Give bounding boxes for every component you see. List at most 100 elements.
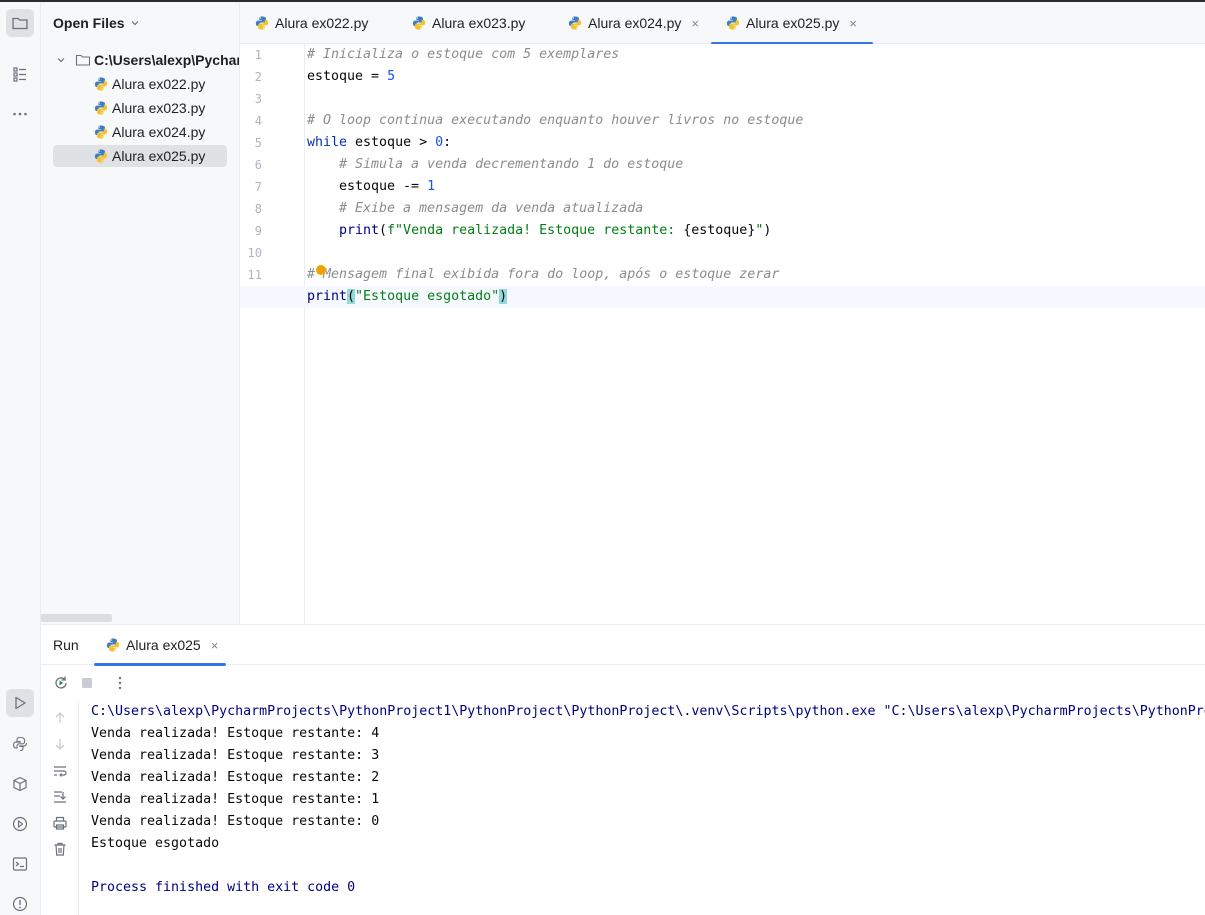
scroll-down-button[interactable] [51,735,69,753]
run-tab-label: Alura ex025 [126,637,201,653]
console-line: Process finished with exit code 0 [91,880,356,895]
soft-wrap-button[interactable] [51,762,69,780]
python-file-icon [725,15,741,31]
code-line-12: print("Estoque esgotado") [307,286,508,308]
intention-bulb-icon[interactable] [316,265,326,275]
line-number: 8 [254,202,262,216]
comment: # Inicializa o estoque com 5 exemplares [307,47,620,62]
tab-alura-ex022[interactable]: Alura ex022.py [254,2,368,44]
line-number: 11 [247,268,262,282]
stop-icon [82,678,92,688]
console-line: Venda realizada! Estoque restante: 4 [91,726,380,741]
tab-alura-ex025[interactable]: Alura ex025.py × [711,2,873,45]
string-literal: f"Venda realizada! Estoque restante: [387,223,684,238]
folder-icon [75,54,91,66]
identifier: estoque [691,223,748,238]
project-tool-button[interactable] [6,9,34,37]
identifier: estoque [307,69,364,84]
comment: # O loop continua executando enquanto ho… [307,113,804,128]
tab-label: Alura ex022.py [275,15,369,31]
scroll-to-end-button[interactable] [51,788,69,806]
tree-file-label: Alura ex022.py [112,76,206,92]
services-tool-button[interactable] [6,810,34,838]
run-icon [15,696,26,710]
code-line-9: print(f"Venda realizada! Estoque restant… [339,220,771,242]
console-line: Venda realizada! Estoque restante: 3 [91,748,380,763]
project-panel: Open Files C:\Users\alexp\Pycharm Alura … [41,2,240,624]
tree-file-item[interactable]: Alura ex022.py [93,73,205,95]
run-side-toolbar [41,701,79,915]
run-tool-button[interactable] [6,689,34,717]
structure-tool-button[interactable] [6,60,34,88]
arrow-down-icon [55,739,65,750]
code-line-4: # O loop continua executando enquanto ho… [307,110,803,132]
python-console-icon [12,736,28,752]
tree-file-item-selected[interactable]: Alura ex025.py [53,145,227,167]
code-line-2: estoque = 5 [307,66,395,88]
run-panel-title: Run [53,637,79,653]
string-literal: "Estoque esgotado" [355,289,500,304]
code-line-8: # Exibe a mensagem da venda atualizada [339,198,643,220]
code-line-6: # Simula a venda decrementando 1 do esto… [339,154,683,176]
trash-icon [54,842,66,856]
problems-tool-button[interactable] [6,890,34,915]
print-icon [53,816,67,830]
line-number: 3 [254,92,262,106]
terminal-tool-button[interactable] [6,850,34,878]
tree-file-item[interactable]: Alura ex024.py [93,121,205,143]
close-icon[interactable]: × [691,16,699,31]
python-file-icon [254,15,270,31]
punctuation: ( [379,223,388,238]
tree-file-item[interactable]: Alura ex023.py [93,97,205,119]
console-line: Venda realizada! Estoque restante: 0 [91,814,380,829]
arrow-up-icon [55,712,65,723]
python-file-icon [567,15,583,31]
more-horizontal-icon [13,112,27,116]
matched-paren: ( [347,289,356,304]
expression: estoque -= [339,179,428,194]
python-file-icon [93,76,109,92]
code-editor[interactable]: # Inicializa o estoque com 5 exemplares … [240,44,1205,624]
number-literal: 5 [387,69,396,84]
terminal-icon [12,857,28,871]
close-icon[interactable]: × [211,638,219,653]
run-tab-alura-ex025[interactable]: Alura ex025 × [94,625,227,666]
expression: estoque > [347,135,436,150]
run-toolbar [41,666,1205,701]
tree-file-label: Alura ex024.py [112,124,206,140]
python-file-icon [411,15,427,31]
open-files-dropdown[interactable]: Open Files [53,14,140,32]
python-packages-button[interactable] [6,770,34,798]
tab-label: Alura ex025.py [746,15,840,31]
close-icon[interactable]: × [849,16,857,31]
horizontal-scrollbar[interactable] [41,614,112,622]
tab-alura-ex023[interactable]: Alura ex023.py [411,2,525,44]
tab-alura-ex024[interactable]: Alura ex024.py × [567,2,699,44]
print-button[interactable] [51,814,69,832]
more-tools-button[interactable] [6,100,34,128]
python-console-button[interactable] [6,730,34,758]
tree-root-label: C:\Users\alexp\Pycharm [94,52,240,68]
stop-button[interactable] [78,674,96,692]
folder-icon [12,17,28,30]
console-line: Venda realizada! Estoque restante: 1 [91,792,380,807]
clear-all-button[interactable] [51,840,69,858]
rerun-button[interactable] [52,674,70,692]
line-number: 10 [247,246,262,260]
run-panel-header: Run Alura ex025 × [41,625,1205,666]
tab-label: Alura ex024.py [588,15,682,31]
code-line-7: estoque -= 1 [339,176,435,198]
scroll-up-button[interactable] [51,709,69,727]
line-number: 7 [254,180,262,194]
more-options-button[interactable] [111,674,129,692]
run-console-output[interactable]: C:\Users\alexp\PycharmProjects\PythonPro… [79,701,1205,915]
python-file-icon [93,100,109,116]
python-file-icon [93,148,109,164]
number-literal: 0 [435,135,444,150]
punctuation: : [443,135,452,150]
panel-title: Open Files [53,15,125,31]
tree-file-label: Alura ex025.py [112,148,206,164]
code-line-11: # Mensagem final exibida fora do loop, a… [307,264,779,286]
tree-root-folder[interactable]: C:\Users\alexp\Pycharm [53,49,240,71]
chevron-down-icon [131,21,139,26]
